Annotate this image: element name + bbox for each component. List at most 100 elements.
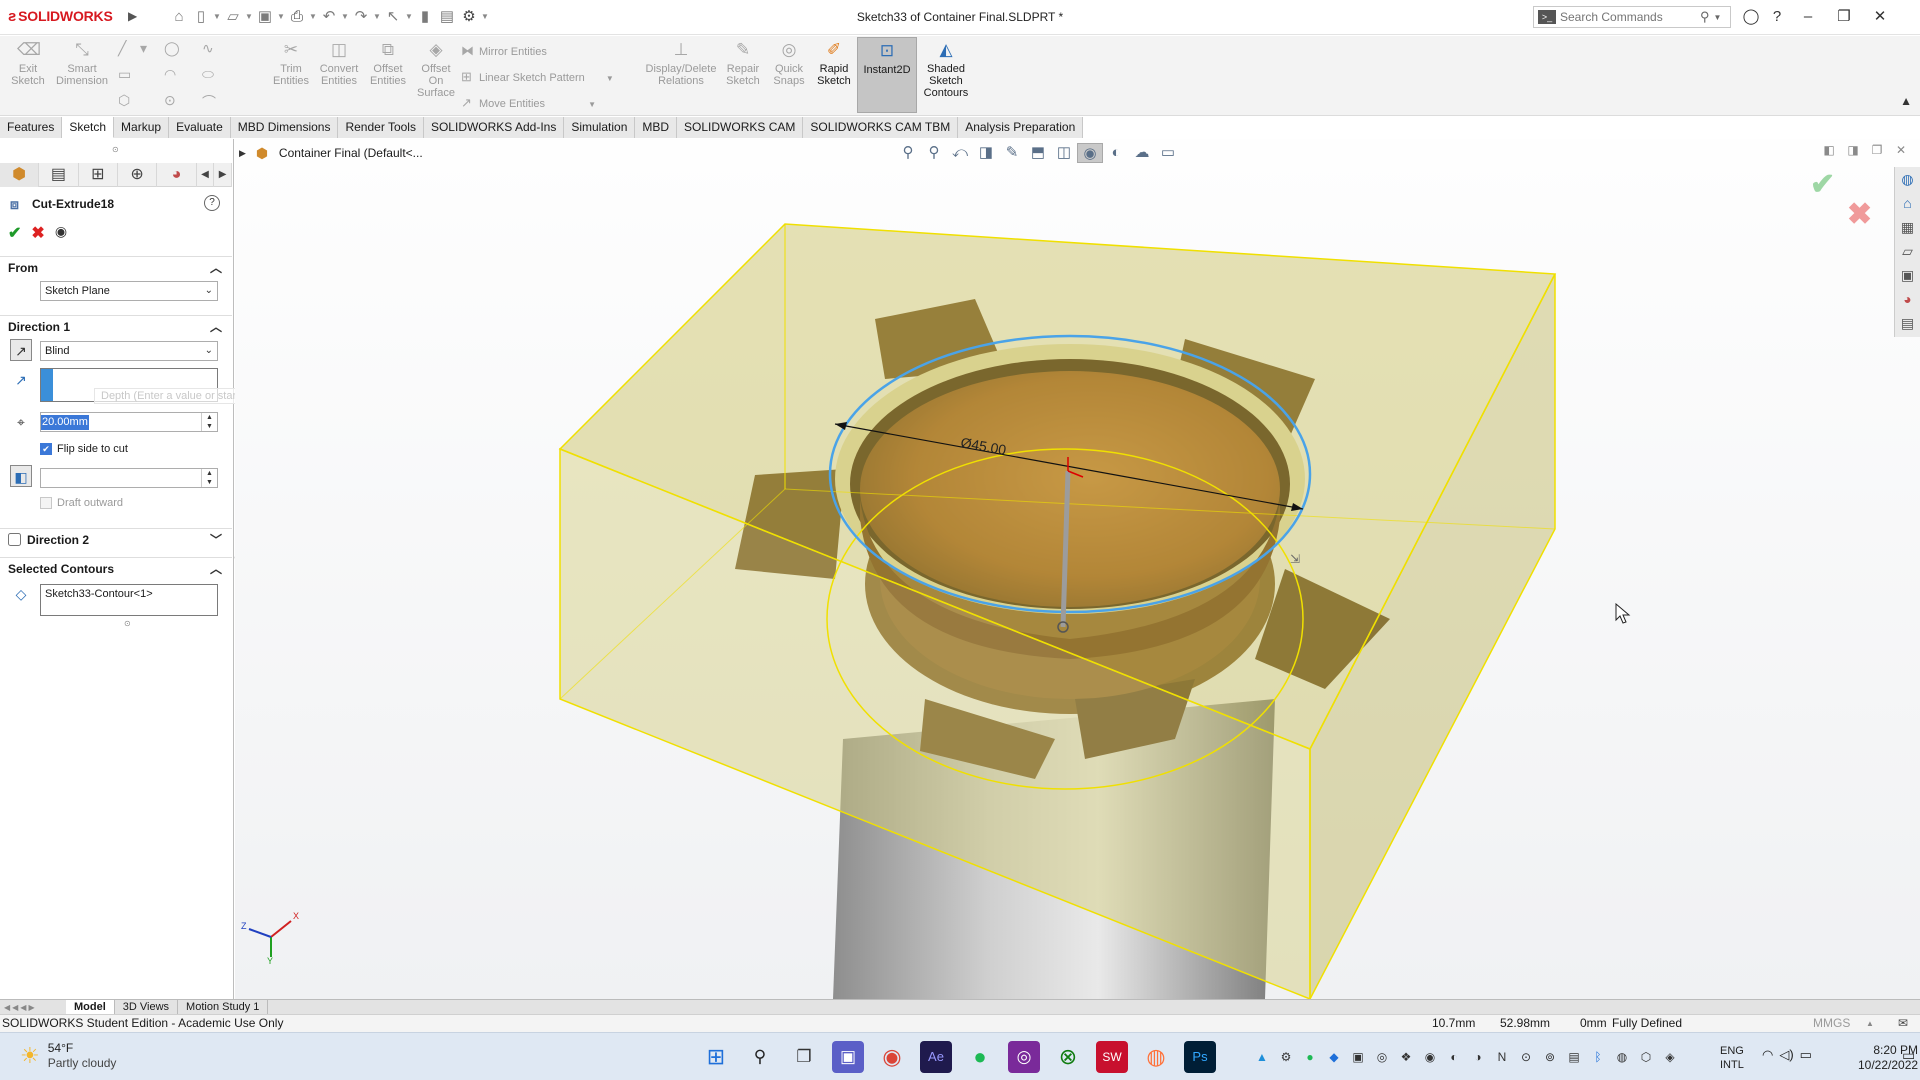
draft-outward-checkbox[interactable]: Draft outward [40,497,123,509]
tray-app-icon[interactable]: ◈ [1660,1047,1680,1067]
offset-on-surface-button[interactable]: ◈ Offset On Surface [414,40,458,99]
arc-icon[interactable]: ◠ [164,66,176,83]
draft-toggle-icon[interactable]: ◧ [10,465,32,487]
user-account-icon[interactable]: ◯ [1738,6,1764,28]
pattern-dropdown-icon[interactable]: ▼ [606,74,614,83]
units-dropdown-icon[interactable]: ▲ [1866,1015,1874,1032]
graphics-area[interactable]: ▶ ⬢ Container Final (Default<... ⚲ ⚲ ⤺ ◨… [235,139,1920,999]
confirm-ok-check-icon[interactable]: ✔ [1810,167,1835,202]
selected-contours-group-header[interactable]: Selected Contours ︿ [0,557,232,579]
rebuild-icon[interactable]: ▮ [414,8,436,26]
from-group-header[interactable]: From ︿ [0,256,232,278]
tray-app-icon[interactable]: ⊚ [1540,1047,1560,1067]
tray-app-icon[interactable]: ▲ [1252,1047,1272,1067]
print-icon[interactable]: ⎙ [286,8,308,26]
configuration-manager-tab-icon[interactable]: ⊞ [79,163,118,187]
draft-spin-arrows-icon[interactable]: ▲ ▼ [201,469,217,487]
confirm-cancel-x-icon[interactable]: ✖ [1847,197,1872,232]
home-icon[interactable]: ⌂ [168,8,190,26]
tray-app-icon[interactable]: ◍ [1612,1047,1632,1067]
select-pointer-icon[interactable]: ↖ [382,8,404,26]
spotify-icon[interactable]: ● [964,1041,996,1073]
tab-analysis-preparation[interactable]: Analysis Preparation [958,117,1084,138]
tray-app-icon[interactable]: ◎ [1372,1047,1392,1067]
view-palette-icon[interactable]: ▣ [1895,263,1920,287]
point-icon[interactable]: ⊙ [164,92,176,109]
property-manager-tab-icon[interactable]: ▤ [39,163,79,187]
tab-solidworks-cam[interactable]: SOLIDWORKS CAM [677,117,804,138]
teams-chat-icon[interactable]: ▣ [832,1041,864,1073]
feature-manager-tab-icon[interactable]: ⬢ [0,163,40,187]
exit-sketch-button[interactable]: ⌫ Exit Sketch [6,40,50,87]
dimxpert-manager-tab-icon[interactable]: ⊕ [118,163,158,187]
task-view-icon[interactable]: ❐ [788,1041,820,1073]
photoshop-icon[interactable]: Ps [1184,1041,1216,1073]
bluetooth-icon[interactable]: ᛒ [1588,1047,1608,1067]
tray-app-icon[interactable]: ⚙ [1276,1047,1296,1067]
direction2-group-header[interactable]: Direction 2 ﹀ [0,528,232,550]
messenger-icon[interactable]: ◎ [1008,1041,1040,1073]
tab-3d-views[interactable]: 3D Views [114,1000,179,1014]
shaded-sketch-contours-button[interactable]: ◭ Shaded Sketch Contours [920,40,972,99]
open-folder-icon[interactable]: ▱ [222,8,244,26]
convert-entities-button[interactable]: ◫ Convert Entities [316,40,362,87]
spline-icon[interactable]: ∿ [202,40,214,57]
model-viewport[interactable]: Ø45.00 ⇲ [235,139,1920,999]
input-language[interactable]: ENG INTL [1720,1044,1744,1072]
solidworks-taskbar-icon[interactable]: SW [1096,1041,1128,1073]
design-library-icon[interactable]: ▦ [1895,215,1920,239]
instant2d-button[interactable]: ⊡ Instant2D [857,37,917,113]
tab-navigation-arrows-icon[interactable]: ◀◀◀▶ [0,1000,66,1015]
expand-chevron-icon[interactable]: ﹀ [210,529,222,551]
options-dropdown-icon[interactable]: ▼ [480,8,490,26]
display-manager-tab-icon[interactable]: ◕ [157,163,197,187]
file-properties-icon[interactable]: ▤ [436,8,458,26]
weather-widget[interactable]: ☀ 54°F Partly cloudy [20,1041,116,1071]
minimize-icon[interactable]: – [1790,6,1826,28]
save-dropdown-icon[interactable]: ▼ [276,8,286,26]
tab-model[interactable]: Model [66,1000,115,1014]
cancel-x-icon[interactable]: ✖ [31,223,44,243]
search-icon[interactable]: ⚲ [744,1041,776,1073]
tray-app-icon[interactable]: ⊙ [1516,1047,1536,1067]
tabs-scroll-right-icon[interactable]: ▶ [214,163,232,187]
xbox-icon[interactable]: ⊗ [1052,1041,1084,1073]
tab-simulation[interactable]: Simulation [564,117,636,138]
tray-app-icon[interactable]: ▤ [1564,1047,1584,1067]
list-item[interactable]: Sketch33-Contour<1> [45,588,213,600]
volume-icon[interactable]: ◁) [1779,1047,1793,1063]
select-dropdown-icon[interactable]: ▼ [404,8,414,26]
trim-entities-button[interactable]: ✂ Trim Entities [270,40,312,87]
tab-evaluate[interactable]: Evaluate [169,117,231,138]
display-delete-relations-button[interactable]: ⊥ Display/Delete Relations [640,40,722,87]
tray-app-icon[interactable]: ◉ [1420,1047,1440,1067]
after-effects-icon[interactable]: Ae [920,1041,952,1073]
tray-app-icon[interactable]: N [1492,1047,1512,1067]
file-explorer-icon[interactable]: ▱ [1895,239,1920,263]
new-document-icon[interactable]: ▯ [190,8,212,26]
tab-sketch[interactable]: Sketch [62,117,115,138]
tab-features[interactable]: Features [0,117,63,138]
tray-app-icon[interactable]: ◑ [1468,1047,1488,1067]
save-icon[interactable]: ▣ [254,8,276,26]
wifi-icon[interactable]: ◠ [1762,1047,1773,1063]
redo-icon[interactable]: ↷ [350,8,372,26]
rapid-sketch-button[interactable]: ✐ Rapid Sketch [814,40,854,87]
solidworks-logo[interactable]: ƨ SOLIDWORKS [8,8,113,25]
help-icon[interactable]: ? [204,195,220,211]
options-gear-icon[interactable]: ⚙ [458,8,480,26]
notification-icon[interactable]: ▭ [1902,1047,1915,1064]
new-dropdown-icon[interactable]: ▼ [212,8,222,26]
centerline-icon[interactable]: ▾ [140,40,147,57]
depth-input[interactable]: 20.00mm ▲ ▼ [40,412,218,432]
line-icon[interactable]: ╱ [118,40,126,57]
search-commands[interactable]: >_ ⚲ ▼ [1533,6,1731,28]
tray-app-icon[interactable]: ⬡ [1636,1047,1656,1067]
linear-sketch-pattern-button[interactable]: ⊞ Linear Sketch Pattern ▼ [461,70,614,96]
collapse-chevron-icon[interactable]: ︿ [210,316,222,338]
tray-app-icon[interactable]: ❖ [1396,1047,1416,1067]
tray-app-icon[interactable]: ◐ [1444,1047,1464,1067]
preview-eye-icon[interactable]: ◉ [55,223,67,243]
selected-contours-list[interactable]: Sketch33-Contour<1> [40,584,218,616]
tab-render-tools[interactable]: Render Tools [338,117,424,138]
